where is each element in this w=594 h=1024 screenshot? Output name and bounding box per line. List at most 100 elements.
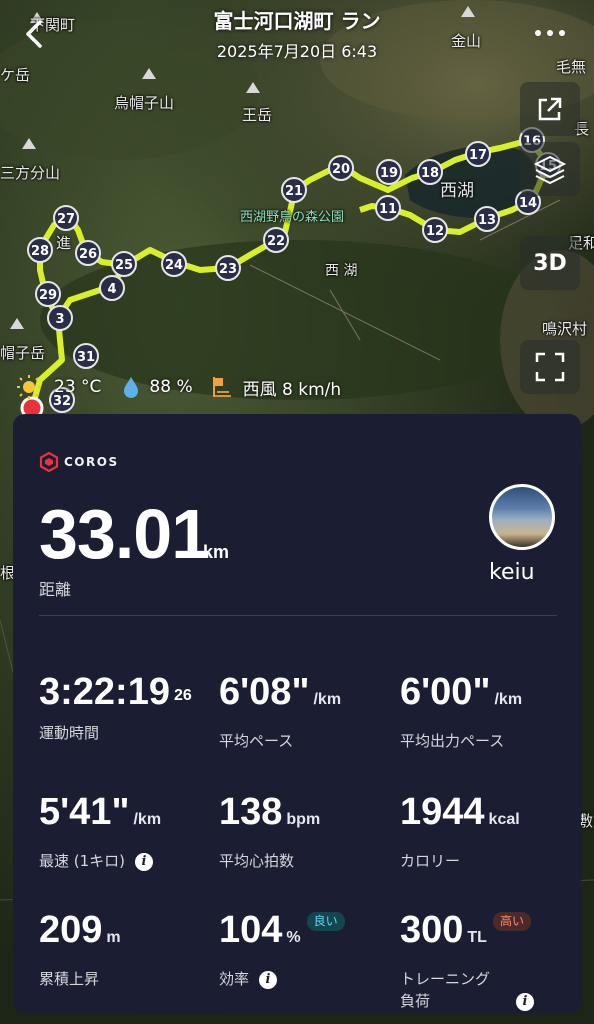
humidity-drop-icon	[124, 377, 139, 398]
distance-label: 距離	[39, 580, 72, 599]
stat-value: 300	[400, 909, 464, 951]
page-title: 富士河口湖町 ラン	[213, 9, 381, 33]
km-marker[interactable]: 20	[328, 155, 354, 181]
activity-summary-card: COROS 33.01 km 距離 keiu 3:22:19 26 運動時間 6'…	[13, 414, 581, 1014]
stat-unit: /km	[494, 691, 523, 708]
km-marker-label: 23	[219, 262, 237, 277]
km-marker[interactable]: 27	[53, 205, 79, 231]
place-label: 鳴沢村	[542, 320, 588, 338]
wind-flag-icon	[212, 377, 231, 397]
stat-label: 運動時間	[39, 724, 100, 742]
stat-duration: 3:22:19 26 運動時間	[39, 670, 219, 744]
distance-value: 33.01	[39, 495, 210, 573]
3d-toggle-button[interactable]: 3D	[520, 236, 580, 290]
stat-unit: /km	[133, 811, 162, 828]
stat-unit: /km	[313, 691, 342, 708]
fullscreen-button[interactable]	[520, 340, 580, 394]
km-marker[interactable]: 4	[99, 275, 125, 301]
wind-value: 西風 8 km/h	[242, 379, 342, 400]
km-marker[interactable]: 17	[465, 141, 491, 167]
mountain-peak-icon	[22, 138, 36, 149]
stat-label: 最速 (1キロ)	[39, 852, 126, 870]
stat-value: 209	[39, 909, 103, 951]
km-marker-label: 13	[478, 213, 496, 228]
km-marker[interactable]: 21	[281, 177, 307, 203]
km-marker-label: 26	[79, 247, 97, 262]
km-marker[interactable]: 11	[375, 195, 401, 221]
km-marker-label: 24	[165, 258, 183, 273]
stat-unit: bpm	[286, 811, 321, 828]
stat-label: 平均ペース	[219, 732, 294, 750]
km-marker[interactable]: 25	[111, 251, 137, 277]
km-marker-label: 22	[267, 234, 285, 249]
stat-elevation-gain: 209 m 累積上昇	[39, 908, 219, 990]
3d-toggle-label: 3D	[533, 250, 567, 276]
km-marker[interactable]: 23	[215, 255, 241, 281]
avatar[interactable]	[489, 484, 555, 550]
stat-value: 1944	[400, 791, 485, 833]
km-marker[interactable]: 3	[47, 305, 73, 331]
stat-efficiency: 104 % 良い 効率 i	[219, 908, 399, 990]
km-marker[interactable]: 13	[474, 206, 500, 232]
sun-icon	[17, 375, 41, 399]
stat-value: 3:22:19	[39, 671, 170, 713]
status-badge: 良い	[306, 912, 345, 932]
km-marker[interactable]: 22	[263, 227, 289, 253]
info-icon[interactable]: i	[135, 852, 154, 871]
km-marker[interactable]: 18	[417, 159, 443, 185]
brand-logo: COROS	[39, 452, 119, 472]
km-marker-label: 25	[115, 258, 133, 273]
stat-label: カロリー	[400, 852, 461, 870]
place-label: 進	[56, 234, 72, 252]
weather-bar: 23 °C 88 % 西風 8 km/h	[0, 374, 420, 400]
km-marker-label: 11	[379, 202, 397, 217]
temperature-value: 23 °C	[54, 377, 102, 397]
km-marker-label: 12	[426, 224, 444, 239]
km-marker[interactable]: 31	[73, 343, 99, 369]
place-label: 三方分山	[0, 164, 61, 182]
stat-calories: 1944 kcal カロリー	[400, 790, 580, 872]
stat-unit: %	[286, 929, 301, 946]
mountain-peak-icon	[10, 318, 24, 329]
km-marker[interactable]: 26	[75, 240, 101, 266]
km-marker-label: 27	[57, 212, 75, 227]
share-icon	[538, 97, 562, 121]
more-dots-icon	[535, 30, 565, 36]
humidity-value: 88 %	[149, 377, 193, 397]
map-layers-button[interactable]	[520, 142, 580, 196]
place-label: 西 湖	[325, 263, 358, 279]
km-marker[interactable]: 24	[161, 251, 187, 277]
info-icon[interactable]: i	[516, 992, 535, 1011]
brand-name: COROS	[64, 455, 119, 469]
mountain-peak-icon	[246, 82, 260, 93]
place-label: 帽子岳	[0, 344, 46, 362]
stat-label: 平均出力ペース	[400, 732, 505, 750]
stat-avg-power-pace: 6'00"/km 平均出力ペース	[400, 670, 580, 752]
stat-fastest-km: 5'41"/km 最速 (1キロ) i	[39, 790, 219, 872]
share-button[interactable]	[520, 82, 580, 136]
km-marker[interactable]: 12	[422, 217, 448, 243]
km-marker-label: 28	[31, 244, 49, 259]
more-button[interactable]	[530, 18, 570, 48]
stat-training-load: 300 TL 高い トレーニング 負荷 i	[400, 908, 580, 1012]
status-badge: 高い	[492, 912, 531, 932]
layers-icon	[533, 155, 567, 185]
stat-value: 5'41"	[39, 791, 130, 833]
km-marker[interactable]: 28	[27, 237, 53, 263]
info-icon[interactable]: i	[259, 970, 278, 989]
km-marker-label: 14	[519, 196, 537, 211]
place-label: 西湖野鳥の森公園	[240, 210, 345, 225]
place-label: 王岳	[242, 106, 273, 124]
stat-label: 負荷	[400, 992, 431, 1010]
stat-unit: kcal	[488, 811, 520, 828]
stat-label: トレーニング	[400, 970, 491, 988]
km-marker-label: 3	[55, 312, 64, 327]
km-marker[interactable]: 19	[376, 159, 402, 185]
km-marker[interactable]: 29	[35, 281, 61, 307]
place-label: ケ岳	[0, 66, 31, 84]
stat-avg-heart-rate: 138 bpm 平均心拍数	[219, 790, 399, 872]
stat-value: 104	[219, 909, 283, 951]
km-marker-label: 21	[285, 184, 303, 199]
km-marker-label: 20	[332, 162, 350, 177]
fullscreen-icon	[535, 352, 565, 382]
